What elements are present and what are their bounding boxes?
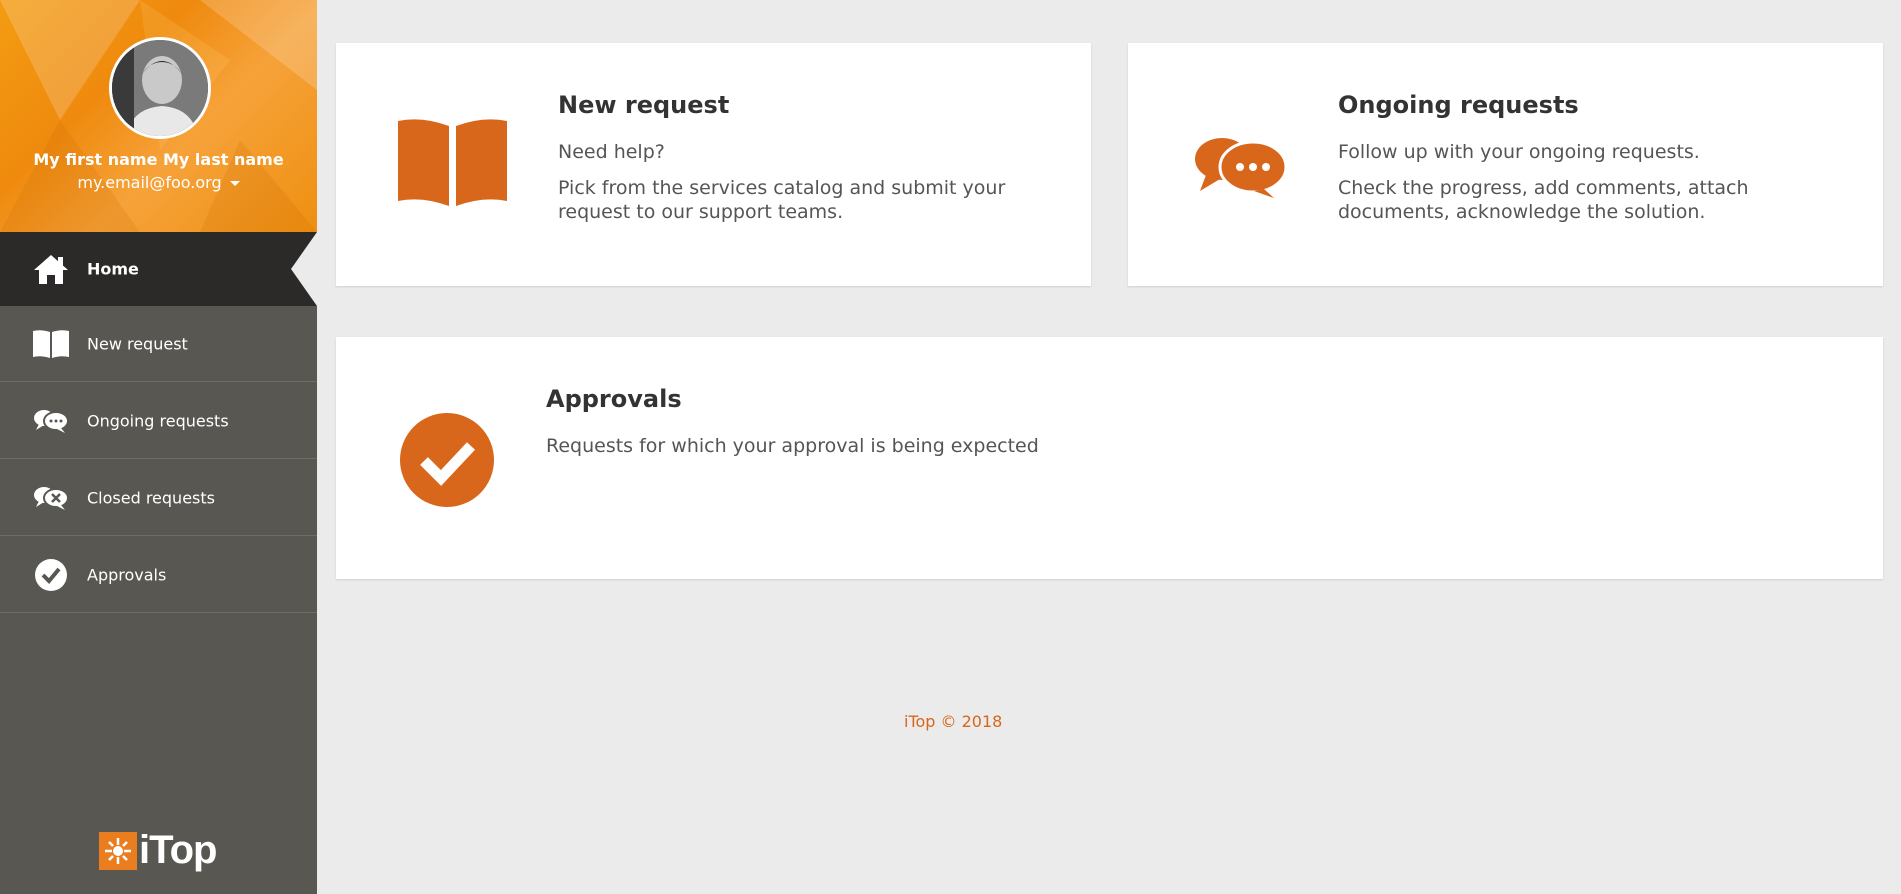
book-icon <box>32 327 70 361</box>
active-indicator <box>291 232 317 306</box>
nav-item-closed-requests[interactable]: Closed requests <box>0 460 317 536</box>
nav-label-approvals: Approvals <box>87 565 167 584</box>
approvals-tile[interactable]: Approvals Requests for which your approv… <box>336 337 1883 579</box>
user-email: my.email@foo.org <box>77 173 222 192</box>
ongoing-requests-tile[interactable]: Ongoing requests Follow up with your ong… <box>1128 43 1883 286</box>
home-icon <box>32 252 70 286</box>
nav-item-approvals[interactable]: Approvals <box>0 537 317 613</box>
chat-bubbles-icon <box>32 404 70 438</box>
new-request-description: Pick from the services catalog and submi… <box>558 177 1006 223</box>
book-icon <box>396 116 509 212</box>
ongoing-requests-subtitle: Follow up with your ongoing requests. <box>1338 141 1700 163</box>
approvals-description: Requests for which your approval is bein… <box>546 435 1039 457</box>
nav-label-ongoing-requests: Ongoing requests <box>87 411 229 430</box>
avatar[interactable] <box>109 37 211 139</box>
nav-item-new-request[interactable]: New request <box>0 306 317 382</box>
new-request-tile[interactable]: New request Need help? Pick from the ser… <box>336 43 1091 286</box>
chat-closed-icon <box>32 481 70 515</box>
user-panel: My first name My last name my.email@foo.… <box>0 0 317 232</box>
approvals-title: Approvals <box>546 385 682 413</box>
user-name: My first name My last name <box>33 150 284 169</box>
nav-label-closed-requests: Closed requests <box>87 488 215 507</box>
new-request-title: New request <box>558 91 730 119</box>
sidebar: My first name My last name my.email@foo.… <box>0 0 317 894</box>
new-request-subtitle: Need help? <box>558 141 665 163</box>
nav-label-home: Home <box>87 259 139 279</box>
caret-down-icon <box>229 181 240 186</box>
check-circle-icon <box>32 558 70 592</box>
itop-logo-icon <box>99 831 137 870</box>
itop-logo-text: iTop <box>139 828 217 872</box>
ongoing-requests-title: Ongoing requests <box>1338 91 1579 119</box>
itop-logo[interactable]: iTop <box>99 828 217 873</box>
check-circle-icon <box>399 412 495 512</box>
user-photo <box>112 40 208 136</box>
nav-item-ongoing-requests[interactable]: Ongoing requests <box>0 383 317 459</box>
footer-copyright: iTop © 2018 <box>904 712 1003 731</box>
nav-item-home[interactable]: Home <box>0 232 317 306</box>
nav-label-new-request: New request <box>87 334 188 353</box>
ongoing-requests-description: Check the progress, add comments, attach… <box>1338 177 1749 223</box>
user-menu-toggle[interactable]: my.email@foo.org <box>0 173 317 192</box>
chat-bubbles-icon <box>1194 135 1288 203</box>
